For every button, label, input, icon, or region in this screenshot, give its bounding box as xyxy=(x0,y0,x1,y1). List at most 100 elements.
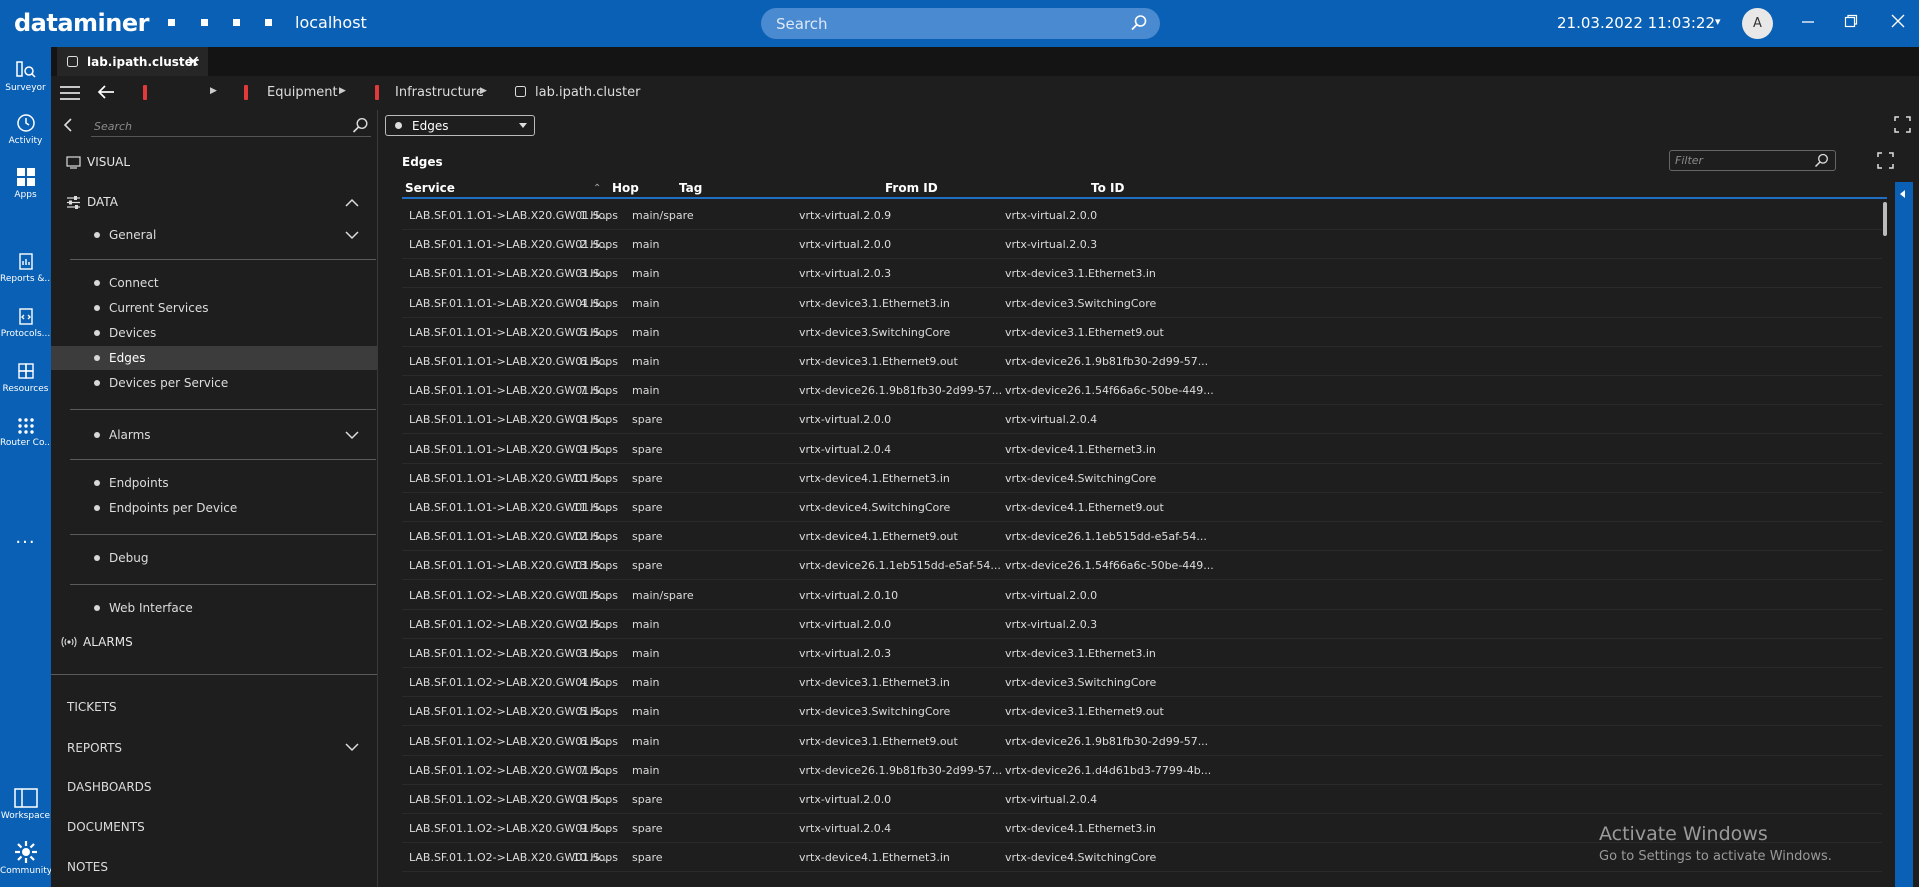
tab-lab-ipath-cluster[interactable]: lab.ipath.cluster ✕ xyxy=(57,47,208,76)
side-panel-toggle[interactable] xyxy=(1895,182,1913,887)
sidebar-item-endpoints[interactable]: Endpoints xyxy=(51,471,377,495)
sidebar-item-alarms[interactable]: Alarms xyxy=(51,423,377,447)
sidebar-alarms[interactable]: ALARMS xyxy=(61,635,133,649)
cell-tag: main xyxy=(632,647,660,660)
rail-community[interactable]: Community xyxy=(0,840,51,876)
table-row[interactable]: LAB.SF.01.1.O2->LAB.X20.GW01.S... 2 Hops m… xyxy=(402,610,1882,639)
sidebar-item-current-services[interactable]: Current Services xyxy=(51,296,377,320)
breadcrumb-lab-ipath-cluster[interactable]: lab.ipath.cluster xyxy=(535,85,640,100)
host-label: localhost xyxy=(295,13,367,32)
chevron-up-icon[interactable] xyxy=(345,198,359,207)
rail-protocols[interactable]: Protocols... xyxy=(0,307,51,339)
rail-workspace[interactable]: Workspace xyxy=(0,787,51,821)
table-row[interactable]: LAB.SF.01.1.O1->LAB.X20.GW01.S... 13 Hops… xyxy=(402,551,1882,581)
table-row[interactable]: LAB.SF.01.1.O1->LAB.X20.GW01.S... 9 Hops s… xyxy=(402,435,1882,464)
main-content: Edges Edges Filter Service ⌃ Hop Tag Fro… xyxy=(379,110,1919,887)
column-header-to-id[interactable]: To ID xyxy=(1091,181,1124,195)
rail-more-button[interactable]: ... xyxy=(0,527,51,548)
user-avatar[interactable]: A xyxy=(1742,8,1773,39)
table-row[interactable]: LAB.SF.01.1.O2->LAB.X20.GW01.S... 5 Hops m… xyxy=(402,697,1882,727)
search-icon[interactable] xyxy=(352,117,369,134)
sidebar-search-placeholder: Search xyxy=(94,120,133,133)
sidebar-item-devices-per-service[interactable]: Devices per Service xyxy=(51,371,377,395)
sidebar-item-debug[interactable]: Debug xyxy=(51,546,377,570)
rail-surveyor[interactable]: Surveyor xyxy=(0,59,51,93)
table-row[interactable]: LAB.SF.01.1.O1->LAB.X20.GW01.S... 10 Hops… xyxy=(402,464,1882,493)
sidebar-visual[interactable]: VISUAL xyxy=(66,155,130,169)
global-search-input[interactable]: Search xyxy=(761,8,1160,39)
cell-tag: main xyxy=(632,676,660,690)
column-header-from-id[interactable]: From ID xyxy=(885,181,938,195)
sidebar-documents[interactable]: DOCUMENTS xyxy=(67,820,145,834)
cell-tag: spare xyxy=(632,851,663,865)
breadcrumb-equipment[interactable]: Equipment xyxy=(267,85,338,100)
table-row[interactable]: LAB.SF.01.1.O1->LAB.X20.GW01.S... 3 Hops m… xyxy=(402,259,1882,289)
chevron-left-icon[interactable] xyxy=(63,118,73,132)
sidebar-reports[interactable]: REPORTS xyxy=(67,741,122,755)
rail-activity[interactable]: Activity xyxy=(0,112,51,146)
table-row[interactable]: LAB.SF.01.1.O1->LAB.X20.GW01.S... 7 Hops m… xyxy=(402,376,1882,406)
restore-icon[interactable] xyxy=(1844,14,1858,28)
sidebar-item-label: Endpoints per Device xyxy=(109,501,238,515)
search-icon[interactable] xyxy=(1814,153,1829,168)
rail-label: Activity xyxy=(8,136,43,146)
back-arrow-icon[interactable] xyxy=(97,84,115,100)
sidebar-tickets[interactable]: TICKETS xyxy=(67,700,117,714)
sidebar-item-devices[interactable]: Devices xyxy=(51,321,377,345)
minimize-icon[interactable] xyxy=(1801,14,1815,28)
rail-apps[interactable]: Apps xyxy=(0,166,51,200)
hamburger-menu-icon[interactable] xyxy=(60,86,80,100)
rail-resources[interactable]: Resources xyxy=(0,362,51,394)
search-icon[interactable] xyxy=(1130,14,1148,32)
table-row[interactable]: LAB.SF.01.1.O1->LAB.X20.GW01.S... 8 Hops s… xyxy=(402,405,1882,435)
table-row[interactable]: LAB.SF.01.1.O2->LAB.X20.GW01.S... 6 Hops m… xyxy=(402,727,1882,756)
scrollbar-thumb[interactable] xyxy=(1883,202,1887,236)
table-row[interactable]: LAB.SF.01.1.O1->LAB.X20.GW01.S... 12 Hops… xyxy=(402,522,1882,552)
column-header-tag[interactable]: Tag xyxy=(679,181,702,195)
table-row[interactable]: LAB.SF.01.1.O1->LAB.X20.GW01.S... 5 Hops m… xyxy=(402,318,1882,347)
sidebar-item-web-interface[interactable]: Web Interface xyxy=(51,596,377,620)
table-row[interactable]: LAB.SF.01.1.O2->LAB.X20.GW01.S... 3 Hops m… xyxy=(402,639,1882,668)
cell-hop: 4 Hops xyxy=(579,676,618,690)
sort-ascending-icon[interactable]: ⌃ xyxy=(593,183,601,194)
sidebar-item-connect[interactable]: Connect xyxy=(51,271,377,295)
sidebar-item-edges[interactable]: Edges xyxy=(51,346,377,370)
breadcrumb-infrastructure[interactable]: Infrastructure xyxy=(395,85,484,100)
table-row[interactable]: LAB.SF.01.1.O2->LAB.X20.GW01.S... 8 Hops s… xyxy=(402,785,1882,814)
divider xyxy=(51,674,377,675)
cell-hop: 7 Hops xyxy=(579,384,618,398)
chevron-down-icon[interactable] xyxy=(345,743,359,752)
table-row[interactable]: LAB.SF.01.1.O2->LAB.X20.GW01.S... 7 Hops m… xyxy=(402,756,1882,785)
cell-to-id: vrtx-device4.1.Ethernet3.in xyxy=(1005,442,1156,456)
root-view-icon[interactable] xyxy=(143,85,147,100)
sidebar-item-general[interactable]: General xyxy=(51,223,377,247)
table-row[interactable]: LAB.SF.01.1.O2->LAB.X20.GW01.S... 4 Hops m… xyxy=(402,668,1882,698)
close-window-icon[interactable] xyxy=(1891,14,1905,28)
filter-placeholder: Filter xyxy=(1675,154,1704,167)
clock-dropdown-icon[interactable]: ▾ xyxy=(1715,15,1721,28)
sidebar-item-endpoints-per-device[interactable]: Endpoints per Device xyxy=(51,496,377,520)
cell-to-id: vrtx-device4.SwitchingCore xyxy=(1005,471,1157,485)
rail-router-control[interactable]: Router Co... xyxy=(0,416,51,448)
rail-reports[interactable]: Reports &... xyxy=(0,252,51,284)
sidebar-search-input[interactable]: Search xyxy=(91,117,371,137)
sidebar-notes[interactable]: NOTES xyxy=(67,860,108,874)
table-row[interactable]: LAB.SF.01.1.O1->LAB.X20.GW01.S... 6 Hops m… xyxy=(402,347,1882,376)
view-select[interactable]: Edges xyxy=(385,115,535,136)
close-tab-icon[interactable]: ✕ xyxy=(187,52,200,71)
table-row[interactable]: LAB.SF.01.1.O1->LAB.X20.GW01.S... 4 Hops m… xyxy=(402,289,1882,318)
table-row[interactable]: LAB.SF.01.1.O2->LAB.X20.GW01.S... 1 Hops m… xyxy=(402,581,1882,610)
cell-hop: 8 Hops xyxy=(579,793,618,806)
fullscreen-icon[interactable] xyxy=(1894,116,1911,133)
table-row[interactable]: LAB.SF.01.1.O1->LAB.X20.GW01.S... 1 Hops m… xyxy=(402,201,1882,230)
chevron-down-icon[interactable] xyxy=(345,231,359,240)
table-row[interactable]: LAB.SF.01.1.O1->LAB.X20.GW01.S... 11 Hops… xyxy=(402,493,1882,522)
filter-input[interactable]: Filter xyxy=(1669,150,1836,171)
table-row[interactable]: LAB.SF.01.1.O1->LAB.X20.GW01.S... 2 Hops m… xyxy=(402,230,1882,260)
sidebar-data[interactable]: DATA xyxy=(66,195,118,209)
sidebar-dashboards[interactable]: DASHBOARDS xyxy=(67,780,152,794)
fullscreen-panel-icon[interactable] xyxy=(1877,152,1894,169)
column-header-service[interactable]: Service xyxy=(405,181,455,195)
column-header-hop[interactable]: Hop xyxy=(612,181,639,195)
chevron-down-icon[interactable] xyxy=(345,431,359,440)
